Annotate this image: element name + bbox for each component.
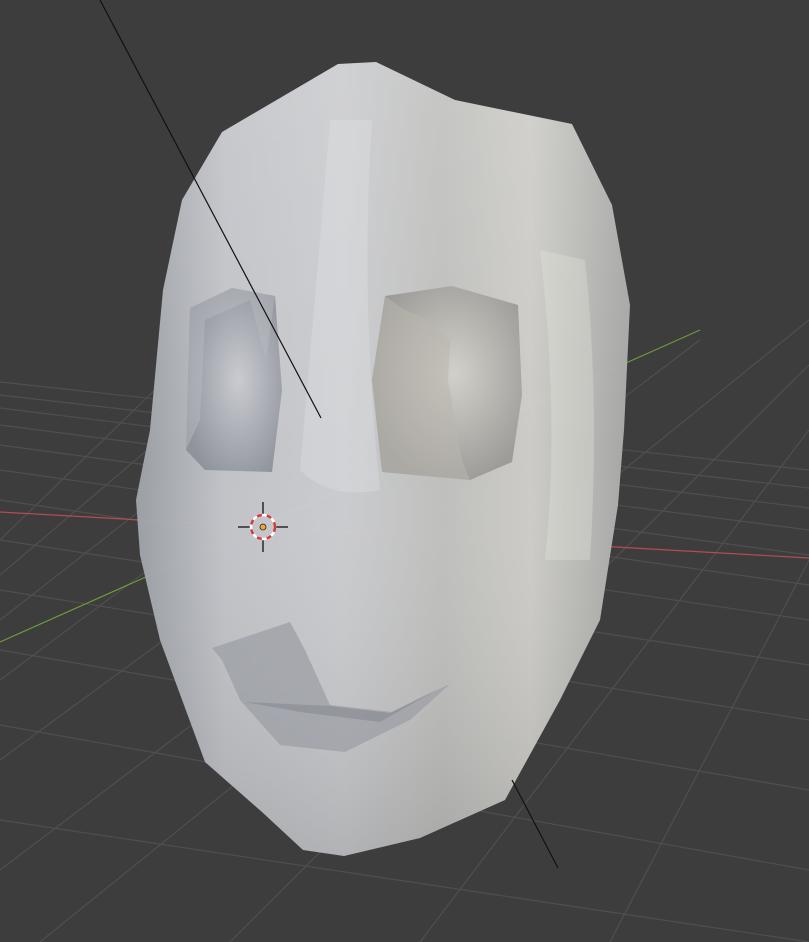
3d-viewport[interactable] — [0, 0, 809, 942]
face-mask-mesh[interactable] — [136, 62, 630, 856]
object-origin-icon — [259, 523, 267, 531]
viewport-canvas[interactable] — [0, 0, 809, 942]
